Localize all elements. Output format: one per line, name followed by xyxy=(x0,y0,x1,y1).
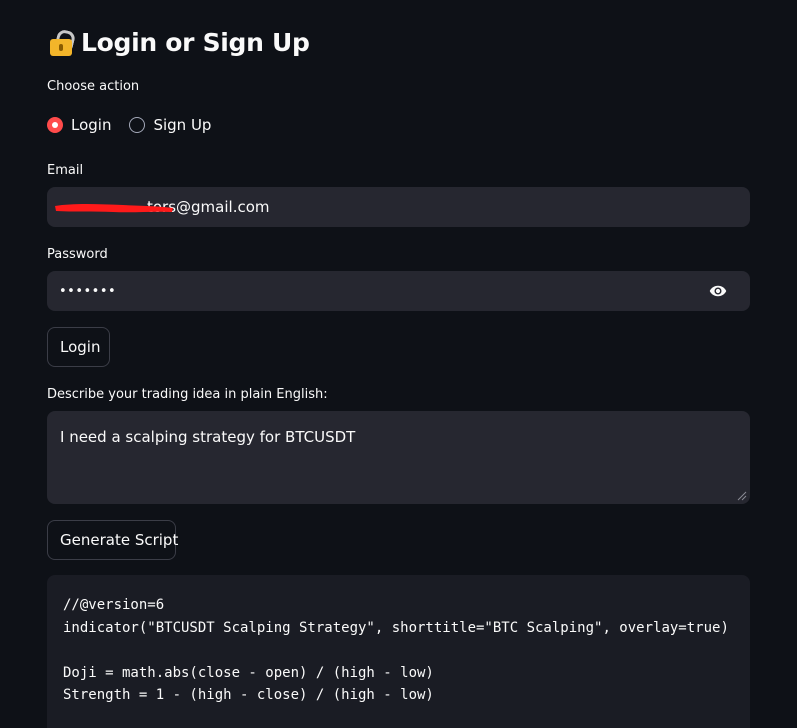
resize-handle-icon[interactable] xyxy=(737,491,747,501)
code-line: Strength = 1 - (high - close) / (high - … xyxy=(63,687,434,704)
email-label: Email xyxy=(47,163,84,178)
auth-mode-radio-group: Login Sign Up xyxy=(47,114,229,136)
code-line: //@version=6 xyxy=(63,597,165,613)
radio-sign-up-label: Sign Up xyxy=(153,116,212,134)
choose-action-label: Choose action xyxy=(47,79,140,94)
trading-idea-textarea[interactable]: I need a scalping strategy for BTCUSDT xyxy=(47,411,750,504)
password-label: Password xyxy=(47,247,108,262)
radio-sign-up[interactable]: Sign Up xyxy=(129,116,211,134)
radio-selected-indicator[interactable] xyxy=(47,117,63,133)
email-value: tors@gmail.com xyxy=(147,198,270,216)
radio-unselected-indicator[interactable] xyxy=(129,117,146,133)
trading-idea-label: Describe your trading idea in plain Engl… xyxy=(47,387,328,402)
radio-login[interactable]: Login xyxy=(47,116,111,134)
code-line: indicator("BTCUSDT Scalping Strategy", s… xyxy=(63,619,729,636)
password-input[interactable]: ••••••• xyxy=(47,271,750,311)
code-line: Doji = math.abs(close - open) / (high - … xyxy=(63,664,434,681)
login-button[interactable]: Login xyxy=(47,327,110,367)
lock-icon xyxy=(47,27,77,57)
page-title-text: Login or Sign Up xyxy=(81,27,310,57)
eye-icon[interactable] xyxy=(708,282,728,300)
password-value: ••••••• xyxy=(59,283,117,299)
radio-login-label: Login xyxy=(71,116,112,134)
page-title: Login or Sign Up xyxy=(47,22,310,62)
generate-script-button[interactable]: Generate Script xyxy=(47,520,178,560)
trading-idea-value: I need a scalping strategy for BTCUSDT xyxy=(60,428,356,446)
code-block: //@version=6 indicator("BTCUSDT Scalping… xyxy=(47,575,750,728)
email-input[interactable]: tors@gmail.com xyxy=(47,187,750,227)
